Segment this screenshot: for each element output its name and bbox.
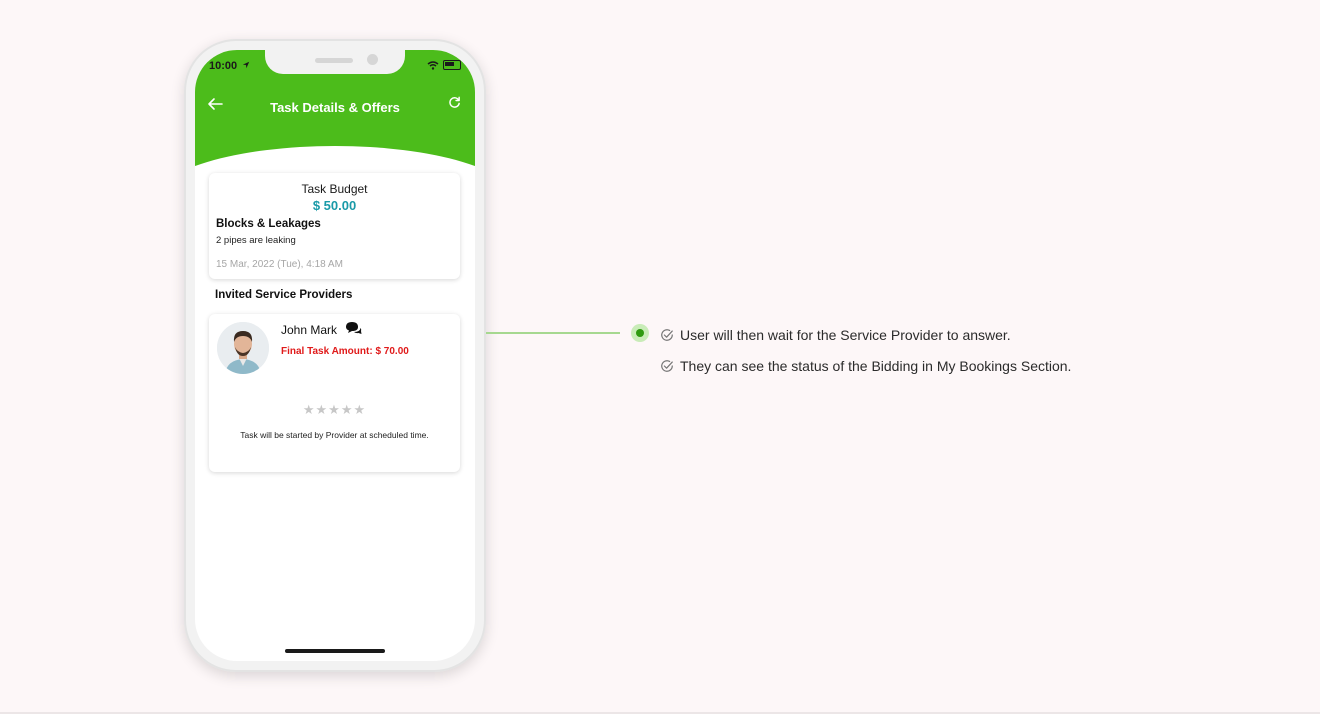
feature-note-text: They can see the status of the Bidding i… <box>680 358 1072 374</box>
feature-note: User will then wait for the Service Prov… <box>660 327 1011 343</box>
chat-icon[interactable] <box>344 321 362 340</box>
location-arrow-icon <box>243 61 250 69</box>
task-title: Blocks & Leakages <box>216 218 321 230</box>
star-icon: ★ <box>315 402 329 417</box>
rating-stars: ★★★★★ <box>209 402 460 418</box>
check-circle-icon <box>661 360 673 372</box>
page-title: Task Details & Offers <box>270 100 400 115</box>
feature-note-text: User will then wait for the Service Prov… <box>680 327 1011 343</box>
refresh-icon[interactable] <box>448 96 461 112</box>
star-icon: ★ <box>353 402 367 417</box>
connector-line <box>486 332 620 334</box>
section-title-providers: Invited Service Providers <box>215 289 353 301</box>
provider-name: John Mark <box>281 323 338 337</box>
budget-amount: $ 50.00 <box>312 198 357 213</box>
wifi-icon <box>427 60 439 70</box>
star-icon: ★ <box>328 402 341 417</box>
battery-icon <box>443 60 461 70</box>
front-camera <box>367 54 378 65</box>
budget-label: Task Budget <box>301 182 368 196</box>
check-circle-icon <box>661 329 673 341</box>
phone-screen: 10:00 Task Details & Offers Task Budget … <box>195 50 475 661</box>
speaker <box>315 58 353 63</box>
task-description: 2 pipes are leaking <box>216 235 296 246</box>
phone-mockup: 10:00 Task Details & Offers Task Budget … <box>184 39 486 672</box>
final-task-amount: Final Task Amount: $ 70.00 <box>281 346 409 357</box>
task-budget-card: Task Budget $ 50.00 Blocks & Leakages 2 … <box>209 173 460 279</box>
provider-card[interactable]: John Mark Final Task Amount: $ 70.00 ★★★… <box>209 314 460 472</box>
phone-notch <box>265 50 405 74</box>
provider-note: Task will be started by Provider at sche… <box>240 430 429 440</box>
star-icon: ★ <box>340 402 354 417</box>
status-time: 10:00 <box>209 60 250 72</box>
task-date: 15 Mar, 2022 (Tue), 4:18 AM <box>216 259 343 270</box>
connector-dot <box>631 324 649 342</box>
avatar <box>217 322 269 374</box>
home-indicator <box>285 649 385 653</box>
star-icon: ★ <box>302 402 316 417</box>
status-icons <box>427 60 461 70</box>
feature-note: They can see the status of the Bidding i… <box>660 358 1071 374</box>
status-time-text: 10:00 <box>209 60 238 72</box>
connector-dot-center <box>636 329 644 337</box>
